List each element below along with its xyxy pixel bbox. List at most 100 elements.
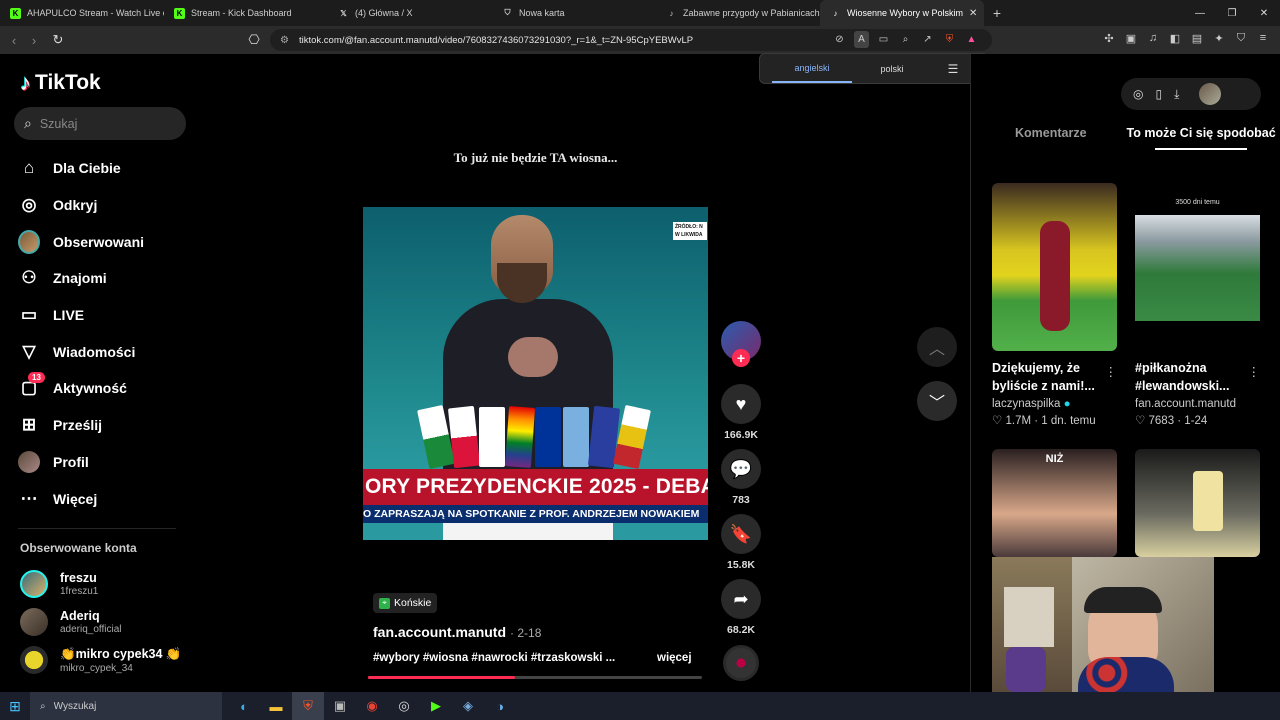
browser-tab[interactable]: K AHAPULCO Stream - Watch Live on K <box>0 0 164 26</box>
more-options-icon[interactable]: ⋮ <box>1105 363 1118 381</box>
taskbar-search[interactable]: ⌕ <box>30 692 222 720</box>
browser-tab[interactable]: K Stream - Kick Dashboard <box>164 0 328 26</box>
wallet-icon[interactable]: ▤ <box>1190 32 1204 45</box>
menu-icon[interactable]: ≡ <box>1256 32 1270 45</box>
music-disc-icon[interactable] <box>723 645 759 681</box>
screenshot-icon[interactable]: ▣ <box>1124 32 1138 45</box>
comment-action[interactable]: 💬 783 <box>721 449 761 506</box>
steam-icon[interactable]: ◑ <box>484 692 516 720</box>
sidebar-item-profile[interactable]: Profil <box>18 444 144 481</box>
video-progress-bar[interactable] <box>368 676 702 679</box>
card-user[interactable]: laczynaspilka ● <box>992 398 1117 410</box>
file-explorer-icon[interactable]: ▬ <box>260 692 292 720</box>
site-settings-icon[interactable]: ⚙ <box>280 35 289 46</box>
share-action[interactable]: ➦ 68.2K <box>721 579 761 636</box>
forward-icon[interactable]: › <box>24 33 44 48</box>
sidebar-icon[interactable]: ◧ <box>1168 32 1182 45</box>
translate-options-icon[interactable]: ☰ <box>940 62 966 76</box>
windows-start-icon[interactable]: ⊞ <box>0 698 30 715</box>
more-button[interactable]: więcej <box>657 652 692 664</box>
tiktok-logo[interactable]: ♪ TikTok <box>20 70 101 96</box>
location-tag[interactable]: ⌖ Końskie <box>373 593 438 613</box>
followed-account[interactable]: freszu 1freszu1 <box>20 570 98 598</box>
tracking-icon[interactable]: ⊘ <box>832 31 847 48</box>
zoom-icon[interactable]: ⌕ <box>898 31 913 48</box>
search-box[interactable]: ⌕ <box>14 107 186 140</box>
follow-plus-icon[interactable]: + <box>732 349 750 367</box>
cast-icon[interactable]: ▭ <box>876 31 891 48</box>
share-icon[interactable]: ↗ <box>920 31 935 48</box>
followed-account[interactable]: 👏mikro cypek34 👏 mikro_cypek_34 <box>20 646 181 674</box>
close-window-icon[interactable]: ✕ <box>1248 8 1280 19</box>
bookmark-icon[interactable]: ⎔ <box>244 32 264 48</box>
flags-group <box>417 367 651 470</box>
minimize-icon[interactable]: — <box>1184 8 1216 19</box>
sidebar-item-explore[interactable]: ◎ Odkryj <box>18 187 144 224</box>
app-icon[interactable]: ▣ <box>324 692 356 720</box>
sidebar-item-messages[interactable]: ▽ Wiadomości <box>18 333 144 370</box>
phone-icon[interactable]: ▯ <box>1155 87 1162 101</box>
related-video-card[interactable] <box>1135 449 1260 557</box>
heart-icon[interactable]: ♥ <box>721 384 761 424</box>
new-tab-button[interactable]: + <box>984 5 1010 21</box>
search-input[interactable] <box>39 116 160 131</box>
avatar[interactable] <box>1199 83 1222 105</box>
sidebar-item-more[interactable]: ⋯ Więcej <box>18 480 144 517</box>
brave-shield-icon[interactable]: ⛨ <box>942 31 957 48</box>
leo-ai-icon[interactable]: ✦ <box>1212 32 1226 45</box>
related-video-card[interactable]: Dziękujemy, że byliście z nami!... ⋮ lacz… <box>992 183 1117 427</box>
next-video-button[interactable]: ﹀ <box>917 381 957 421</box>
related-video-card[interactable]: NIŻ <box>992 449 1117 557</box>
edge-icon[interactable]: ◐ <box>228 692 260 720</box>
sidebar-item-activity[interactable]: ▢ 13 Aktywność <box>18 370 144 407</box>
followed-account[interactable]: Aderiq aderiq_official <box>20 608 122 636</box>
browser-tab[interactable]: ♪ Zabawne przygody w Pabianicach z <box>656 0 821 26</box>
like-action[interactable]: ♥ 166.9K <box>721 384 761 441</box>
translate-target-lang[interactable]: polski <box>852 56 932 82</box>
download-icon[interactable]: ⤓ <box>1174 87 1179 102</box>
translate-icon[interactable]: A <box>854 31 869 48</box>
tab-comments[interactable]: Komentarze <box>971 124 1087 154</box>
translate-source-lang[interactable]: angielski <box>772 55 852 83</box>
related-video-card[interactable]: 3500 dni temu #piłkanożna #lewandowski..… <box>1135 183 1260 427</box>
discord-like-icon[interactable]: ◈ <box>452 692 484 720</box>
reload-icon[interactable]: ↻ <box>48 32 68 48</box>
close-tab-icon[interactable]: ✕ <box>969 8 977 19</box>
restore-icon[interactable]: ❐ <box>1216 8 1248 19</box>
video-thumbnail[interactable] <box>992 183 1117 351</box>
browser-tab[interactable]: ⛉ Nowa karta <box>492 0 656 26</box>
creator-avatar[interactable]: + <box>721 321 761 367</box>
media-icon[interactable]: ♫ <box>1146 32 1160 45</box>
video-author[interactable]: fan.account.manutd · 2-18 <box>373 624 541 640</box>
comment-icon[interactable]: 💬 <box>721 449 761 489</box>
chrome-icon[interactable]: ◉ <box>356 692 388 720</box>
back-icon[interactable]: ‹ <box>4 33 24 48</box>
video-thumbnail[interactable]: NIŻ <box>992 449 1117 557</box>
browser-tab[interactable]: 𝕏 (4) Główna / X <box>328 0 492 26</box>
brave-rewards-icon[interactable]: ▲ <box>964 31 979 48</box>
save-action[interactable]: 🔖 15.8K <box>721 514 761 571</box>
extensions-icon[interactable]: ✣ <box>1102 32 1116 45</box>
vpn-icon[interactable]: ⛉ <box>1234 32 1248 45</box>
taskbar-search-input[interactable] <box>53 700 194 712</box>
card-user[interactable]: fan.account.manutd <box>1135 398 1260 410</box>
more-options-icon[interactable]: ⋮ <box>1248 363 1261 381</box>
bookmark-icon[interactable]: 🔖 <box>721 514 761 554</box>
hashtags[interactable]: #wybory #wiosna #nawrocki #trzaskowski .… <box>373 652 633 664</box>
sidebar-item-live[interactable]: ▭ LIVE <box>18 297 144 334</box>
previous-video-button[interactable]: ︿ <box>917 327 957 367</box>
kick-app-icon[interactable]: ▶ <box>420 692 452 720</box>
sidebar-item-for-you[interactable]: ⌂ Dla Ciebie <box>18 150 144 187</box>
video-thumbnail[interactable]: 3500 dni temu <box>1135 183 1260 351</box>
share-arrow-icon[interactable]: ➦ <box>721 579 761 619</box>
video-thumbnail[interactable] <box>1135 449 1260 557</box>
sidebar-item-upload[interactable]: ⊞ Prześlij <box>18 407 144 444</box>
obs-icon[interactable]: ◎ <box>388 692 420 720</box>
browser-tab-active[interactable]: ♪ Wiosenne Wybory w Polskim ✕ <box>820 0 984 26</box>
sidebar-item-following[interactable]: Obserwowani <box>18 223 144 260</box>
avatar <box>20 646 48 674</box>
sidebar-item-friends[interactable]: ⚇ Znajomi <box>18 260 144 297</box>
brave-browser-icon[interactable]: ⛨ <box>292 692 324 720</box>
compass-icon[interactable]: ◎ <box>1133 87 1143 101</box>
video-player[interactable]: ŹRÓDŁO: N W LIKWIDA ORY PREZYDENCKIE 202… <box>363 207 708 540</box>
